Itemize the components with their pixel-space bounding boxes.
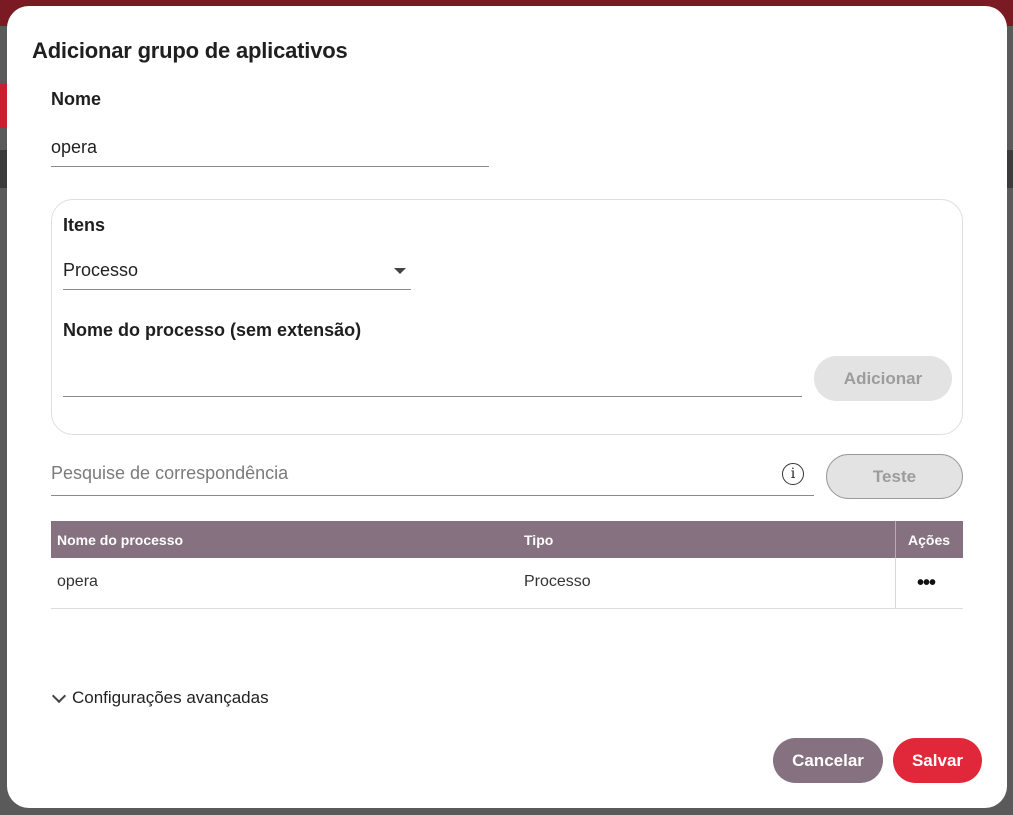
- column-divider: [895, 521, 896, 558]
- column-header-process-name[interactable]: Nome do processo: [57, 532, 183, 548]
- chevron-down-icon: [51, 688, 67, 703]
- match-search-input[interactable]: Pesquise de correspondência: [51, 463, 288, 484]
- save-button[interactable]: Salvar: [893, 738, 982, 783]
- items-section: [51, 199, 963, 435]
- item-type-underline: [63, 289, 411, 290]
- name-input[interactable]: opera: [51, 137, 97, 158]
- add-button[interactable]: Adicionar: [814, 356, 952, 401]
- table-row: opera Processo •••: [51, 558, 963, 609]
- column-header-type[interactable]: Tipo: [524, 532, 553, 548]
- name-input-underline: [51, 166, 489, 167]
- process-name-label: Nome do processo (sem extensão): [63, 320, 362, 340]
- column-divider: [895, 558, 896, 608]
- add-app-group-dialog: Adicionar grupo de aplicativos Nome oper…: [7, 6, 1007, 808]
- table-header: Nome do processo Tipo Ações: [51, 521, 963, 558]
- item-type-value: Processo: [63, 260, 139, 280]
- process-name-input[interactable]: [63, 370, 801, 394]
- info-icon[interactable]: i: [782, 463, 804, 485]
- advanced-settings-toggle[interactable]: Configurações avançadas: [51, 688, 269, 708]
- items-label: Itens: [63, 215, 106, 235]
- row-process-name: opera: [57, 573, 98, 590]
- dropdown-arrow-icon: [394, 268, 406, 274]
- row-type: Processo: [524, 573, 591, 590]
- process-name-underline: [63, 396, 802, 397]
- column-header-actions: Ações: [908, 532, 951, 548]
- advanced-settings-label: Configurações avançadas: [72, 688, 269, 707]
- more-horizontal-icon[interactable]: •••: [917, 572, 936, 595]
- match-search-underline: [51, 495, 814, 496]
- cancel-button[interactable]: Cancelar: [773, 738, 883, 783]
- process-table: Nome do processo Tipo Ações opera Proces…: [51, 521, 963, 609]
- test-button[interactable]: Teste: [826, 454, 963, 499]
- dialog-title: Adicionar grupo de aplicativos: [32, 38, 348, 63]
- name-label: Nome: [51, 89, 102, 109]
